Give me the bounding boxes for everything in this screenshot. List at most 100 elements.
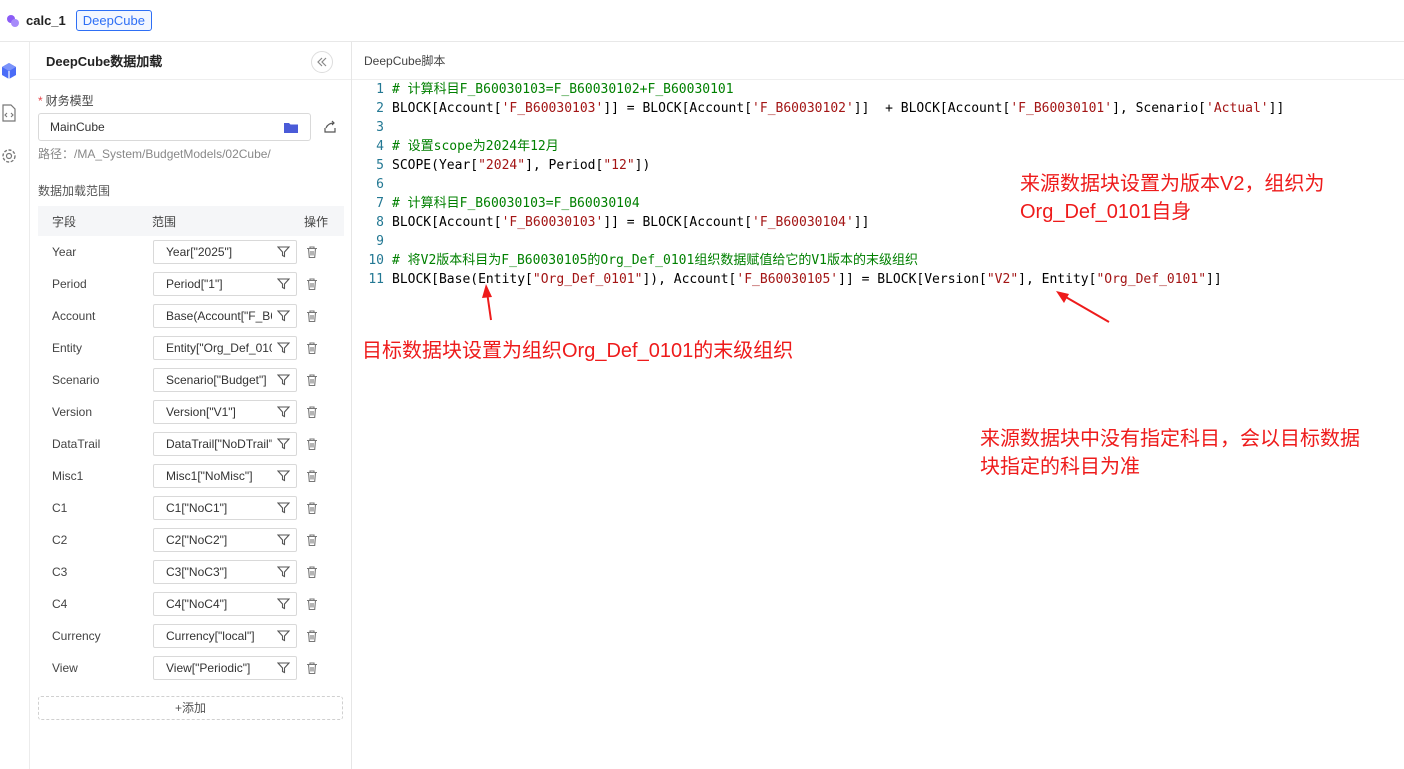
filter-icon[interactable] [277, 533, 290, 546]
trash-icon[interactable] [305, 405, 319, 419]
range-rows: Year Year["2025"] Period Period["1"] Account… [38, 236, 344, 684]
filter-icon[interactable] [277, 245, 290, 258]
panel-header: DeepCube数据加载 [30, 42, 351, 80]
code-string: 'F_B60030104' [752, 215, 854, 230]
code-token: ], Entity[ [1018, 272, 1097, 287]
filter-icon[interactable] [277, 341, 290, 354]
line-number: 10 [368, 253, 384, 268]
code-text: # 计算科目F_B60030103=F_B60030104 [392, 194, 640, 213]
line-number: 11 [368, 272, 384, 287]
code-text: BLOCK[Base(Entity["Org_Def_0101"]), Acco… [392, 270, 1222, 289]
code-token: ], Period[ [525, 158, 604, 173]
range-row: Scenario Scenario["Budget"] [38, 364, 344, 396]
gear-icon[interactable] [0, 147, 18, 165]
filter-icon[interactable] [277, 405, 290, 418]
code-token: ]] [1206, 272, 1222, 287]
range-value-input[interactable]: Misc1["NoMisc"] [153, 464, 297, 488]
filter-icon[interactable] [277, 597, 290, 610]
range-value-input[interactable]: Year["2025"] [153, 240, 297, 264]
range-value-text: View["Periodic"] [166, 661, 251, 675]
cube-icon[interactable] [0, 62, 18, 80]
filter-icon[interactable] [277, 277, 290, 290]
code-token: BLOCK[Account[ [392, 101, 502, 116]
trash-icon[interactable] [305, 245, 319, 259]
filter-icon[interactable] [277, 629, 290, 642]
code-line: 10 # 将V2版本科目为F_B60030105的Org_Def_0101组织数据… [352, 251, 1284, 270]
app-title: calc_1 [26, 13, 66, 28]
range-field-name: Scenario [52, 373, 100, 387]
range-value-input[interactable]: C2["NoC2"] [153, 528, 297, 552]
code-text: # 计算科目F_B60030103=F_B60030102+F_B6003010… [392, 80, 734, 99]
code-string: 'F_B60030102' [752, 101, 854, 116]
line-number: 4 [376, 139, 384, 154]
range-value-text: Scenario["Budget"] [166, 373, 267, 387]
trash-icon[interactable] [305, 277, 319, 291]
code-string: "2024" [478, 158, 526, 173]
range-value-text: DataTrail["NoDTrail" [166, 437, 272, 451]
folder-icon[interactable] [284, 121, 298, 133]
filter-icon[interactable] [277, 437, 290, 450]
trash-icon[interactable] [305, 341, 319, 355]
range-value-input[interactable]: Version["V1"] [153, 400, 297, 424]
range-value-text: Misc1["NoMisc"] [166, 469, 253, 483]
trash-icon[interactable] [305, 309, 319, 323]
range-value-input[interactable]: C1["NoC1"] [153, 496, 297, 520]
col-action: 操作 [304, 214, 329, 229]
col-range: 范围 [152, 214, 177, 229]
range-field-name: Period [52, 277, 87, 291]
trash-icon[interactable] [305, 597, 319, 611]
range-value-input[interactable]: C3["NoC3"] [153, 560, 297, 584]
line-number: 8 [376, 215, 384, 230]
deepcube-tag[interactable]: DeepCube [75, 10, 152, 31]
range-field-name: DataTrail [52, 437, 101, 451]
range-value-input[interactable]: Currency["local"] [153, 624, 297, 648]
range-value-input[interactable]: DataTrail["NoDTrail" [153, 432, 297, 456]
trash-icon[interactable] [305, 373, 319, 387]
trash-icon[interactable] [305, 469, 319, 483]
code-text: BLOCK[Account['F_B60030103']] = BLOCK[Ac… [392, 213, 869, 232]
code-string: "Org_Def_0101" [1096, 272, 1207, 287]
model-path: 路径：/MA_System/BudgetModels/02Cube/ [38, 147, 271, 161]
line-number: 5 [376, 158, 384, 173]
annotation-source-version: 来源数据块设置为版本V2，组织为 Org_Def_0101自身 [1020, 170, 1324, 226]
range-value-input[interactable]: Entity["Org_Def_010 [153, 336, 297, 360]
filter-icon[interactable] [277, 565, 290, 578]
range-value-input[interactable]: View["Periodic"] [153, 656, 297, 680]
range-row: DataTrail DataTrail["NoDTrail" [38, 428, 344, 460]
add-button[interactable]: +添加 [38, 696, 343, 720]
icon-rail [0, 42, 30, 769]
filter-icon[interactable] [277, 469, 290, 482]
range-row: View View["Periodic"] [38, 652, 344, 684]
code-line: 2 BLOCK[Account['F_B60030103']] = BLOCK[A… [352, 99, 1284, 118]
range-value-text: Year["2025"] [166, 245, 233, 259]
range-field-name: Currency [52, 629, 101, 643]
range-field-name: Year [52, 245, 77, 259]
filter-icon[interactable] [277, 309, 290, 322]
range-value-input[interactable]: Period["1"] [153, 272, 297, 296]
range-value-input[interactable]: Scenario["Budget"] [153, 368, 297, 392]
open-link-icon[interactable] [323, 120, 337, 134]
line-number: 2 [376, 101, 384, 116]
trash-icon[interactable] [305, 501, 319, 515]
collapse-button[interactable] [311, 51, 333, 73]
trash-icon[interactable] [305, 661, 319, 675]
filter-icon[interactable] [277, 373, 290, 386]
code-token: ]] [1268, 101, 1285, 116]
script-editor: DeepCube脚本 1 # 计算科目F_B60030103=F_B6003010… [352, 42, 1404, 769]
code-file-icon[interactable] [0, 104, 18, 122]
range-row: C4 C4["NoC4"] [38, 588, 344, 620]
filter-icon[interactable] [277, 501, 290, 514]
range-value-input[interactable]: C4["NoC4"] [153, 592, 297, 616]
range-value-input[interactable]: Base(Account["F_B6 [153, 304, 297, 328]
filter-icon[interactable] [277, 661, 290, 674]
trash-icon[interactable] [305, 629, 319, 643]
trash-icon[interactable] [305, 565, 319, 579]
editor-title: DeepCube脚本 [352, 42, 1404, 80]
model-value: MainCube [50, 120, 105, 134]
range-value-text: C1["NoC1"] [166, 501, 228, 515]
code-token: BLOCK[Base(Entity[ [392, 272, 533, 287]
trash-icon[interactable] [305, 437, 319, 451]
range-table: 字段 范围 操作 Year Year["2025"] Period Period["1… [38, 206, 344, 684]
model-select[interactable]: MainCube [38, 113, 311, 141]
trash-icon[interactable] [305, 533, 319, 547]
